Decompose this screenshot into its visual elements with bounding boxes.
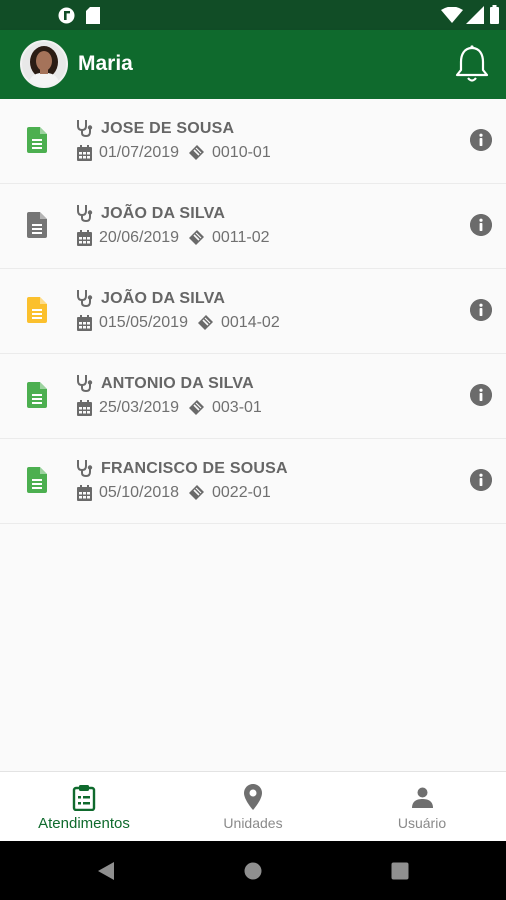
back-icon[interactable]	[97, 861, 115, 881]
nav-item-unidades[interactable]: Unidades	[168, 772, 338, 842]
bottom-navigation: Atendimentos Unidades Usuário	[0, 771, 506, 842]
document-icon	[27, 467, 47, 493]
ticket-icon	[189, 400, 204, 415]
appointment-date: 01/07/2019	[99, 144, 180, 161]
avatar[interactable]	[20, 40, 68, 88]
stethoscope-icon	[77, 120, 93, 137]
doctor-name: ANTONIO DA SILVA	[101, 375, 254, 392]
nav-label-atendimentos: Atendimentos	[38, 815, 130, 832]
status-bar	[0, 0, 506, 30]
home-icon[interactable]	[244, 862, 262, 880]
nav-label-usuario: Usuário	[397, 815, 447, 831]
doctor-name: FRANCISCO DE SOUSA	[101, 460, 288, 477]
app-bar: Maria	[0, 30, 506, 99]
ticket-icon	[189, 145, 204, 160]
user-name: Maria	[78, 52, 133, 75]
ticket-icon	[198, 315, 213, 330]
stethoscope-icon	[77, 375, 93, 392]
appointment-date: 015/05/2019	[99, 314, 188, 331]
nav-item-atendimentos[interactable]: Atendimentos	[0, 772, 168, 842]
document-icon	[27, 127, 47, 153]
appointment-code: 0014-02	[221, 314, 280, 331]
calendar-icon	[77, 485, 92, 501]
list-item[interactable]: ANTONIO DA SILVA 25/03/2019 003-01	[0, 354, 506, 439]
wifi-icon	[441, 7, 463, 23]
sd-card-icon	[86, 7, 100, 24]
list-item[interactable]: JOSE DE SOUSA 01/07/2019 0010-01	[0, 99, 506, 184]
doctor-name: JOSE DE SOUSA	[101, 120, 235, 137]
appointment-code: 0022-01	[212, 484, 271, 501]
signal-icon	[466, 6, 484, 24]
appointment-list: JOSE DE SOUSA 01/07/2019 0010-01 JOÃO DA SI…	[0, 99, 506, 524]
list-item[interactable]: JOÃO DA SILVA 20/06/2019 0011-02	[0, 184, 506, 269]
recents-icon[interactable]	[391, 862, 409, 880]
document-icon	[27, 212, 47, 238]
calendar-icon	[77, 145, 92, 161]
doctor-name: JOÃO DA SILVA	[101, 205, 226, 222]
appointment-code: 003-01	[212, 399, 262, 416]
info-icon[interactable]	[470, 384, 492, 406]
info-icon[interactable]	[470, 214, 492, 236]
bell-icon[interactable]	[454, 44, 490, 84]
battery-icon	[490, 5, 499, 24]
calendar-icon	[77, 400, 92, 416]
info-icon[interactable]	[470, 469, 492, 491]
appointment-date: 25/03/2019	[99, 399, 180, 416]
system-navigation-bar	[0, 841, 506, 900]
ticket-icon	[189, 485, 204, 500]
stethoscope-icon	[77, 290, 93, 307]
stethoscope-icon	[77, 205, 93, 222]
ticket-icon	[189, 230, 204, 245]
clipboard-icon	[72, 785, 96, 811]
document-icon	[27, 382, 47, 408]
stethoscope-icon	[77, 460, 93, 477]
appointment-code: 0010-01	[212, 144, 271, 161]
info-icon[interactable]	[470, 129, 492, 151]
appointment-date: 20/06/2019	[99, 229, 180, 246]
list-item[interactable]: JOÃO DA SILVA 015/05/2019 0014-02	[0, 269, 506, 354]
document-icon	[27, 297, 47, 323]
appointment-code: 0011-02	[212, 229, 270, 246]
user-icon	[412, 787, 433, 808]
doctor-name: JOÃO DA SILVA	[101, 290, 226, 307]
list-item[interactable]: FRANCISCO DE SOUSA 05/10/2018 0022-01	[0, 439, 506, 524]
nav-label-unidades: Unidades	[223, 815, 283, 831]
calendar-icon	[77, 315, 92, 331]
calendar-icon	[77, 230, 92, 246]
info-icon[interactable]	[470, 299, 492, 321]
app-notification-icon	[58, 7, 75, 24]
appointment-date: 05/10/2018	[99, 484, 180, 501]
map-pin-icon	[244, 784, 262, 810]
nav-item-usuario[interactable]: Usuário	[338, 772, 506, 842]
